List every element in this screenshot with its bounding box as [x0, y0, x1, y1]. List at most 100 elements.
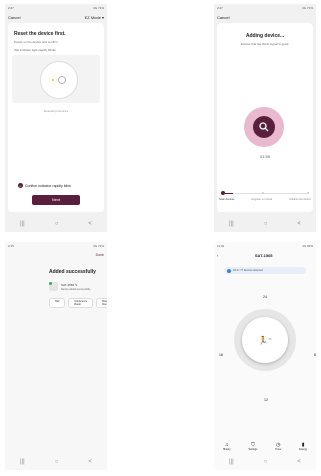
tab-timer-label: Timer [275, 447, 282, 451]
room-chips: Hall Conference Room Break Room [49, 298, 107, 308]
status-bar: 2:15 4G 71% [5, 242, 107, 250]
device-thumbnail-icon [49, 282, 58, 291]
banner-text: Wi-Fi: 77 Devices detected [233, 269, 263, 272]
info-icon: i [227, 268, 231, 273]
page-title: Adding device... [245, 33, 285, 39]
tab-history-label: History [222, 447, 231, 451]
mode-label: EZ Mode [84, 14, 101, 20]
chevron-down-icon: ▾ [101, 14, 104, 20]
done-button[interactable]: Done [96, 253, 104, 257]
status-bar: 2:27 4G 71% [214, 4, 316, 12]
top-bar: Cancel [214, 12, 316, 22]
recent-apps-icon[interactable]: ||| [20, 221, 25, 227]
reset-button-icon [58, 76, 66, 84]
tab-history[interactable]: ♫ History [223, 442, 231, 451]
status-bar: 2:27 4G 71% [5, 4, 107, 12]
step-label-initialize: Initialize the device [289, 198, 311, 201]
search-icon [253, 116, 275, 138]
step-label-scan: Scan devices [219, 198, 235, 201]
status-time: 2:27 [217, 6, 223, 10]
top-bar: ‹ SAT-1565 [214, 250, 316, 260]
progress-track [223, 193, 307, 194]
top-bar: Done [5, 250, 107, 260]
android-nav-bar: ||| ○ < [214, 216, 316, 232]
device-icon [40, 61, 78, 99]
device-row[interactable]: SAT-1565 ✎ Device added successfully [49, 282, 107, 296]
device-name-text: SAT-1565 [61, 283, 75, 287]
status-time: 2:27 [8, 6, 14, 10]
dial-label-bottom: 12 [264, 398, 268, 402]
home-icon[interactable]: ○ [55, 459, 59, 465]
device-title: SAT-1565 [254, 252, 273, 258]
speed-icon: ≈ [268, 337, 272, 343]
adding-card: Adding device... Ensure that the Wi-Fi s… [217, 23, 313, 212]
step-label-register: Register on Cloud [251, 198, 273, 201]
reset-card: Reset the device first. Power on the dev… [8, 23, 104, 212]
confirm-checkbox-row[interactable]: ✓ Confirm indicator rapidly blink [18, 183, 71, 188]
dial-label-right: 8 [314, 353, 316, 357]
status-time: 11:01 [217, 244, 225, 248]
page-subtitle: Ensure that the Wi-Fi signal is good. [240, 42, 290, 46]
status-bar: 11:01 4G 69% [214, 242, 316, 250]
room-chip-hall[interactable]: Hall [49, 298, 66, 308]
device-illustration [12, 55, 100, 103]
screen-reset-device: 2:27 4G 71% Cancel EZ Mode ▾ Reset the d… [5, 4, 107, 232]
progress-ring [244, 107, 284, 147]
status-indicators: 4G 71% [302, 6, 313, 10]
android-nav-bar: ||| ○ < [5, 454, 107, 470]
back-arrow-icon[interactable]: ‹ [217, 253, 218, 258]
device-subtitle: Device added successfully [61, 288, 91, 291]
bottom-tab-bar: ♫ History ⛉ Settings ◷ Timer ▮ Energy [214, 438, 316, 454]
step-labels: Scan devices Register on Cloud Initializ… [217, 198, 313, 201]
android-nav-bar: ||| ○ < [214, 454, 316, 470]
cancel-button[interactable]: Cancel [8, 15, 20, 20]
home-icon[interactable]: ○ [264, 221, 268, 227]
status-indicators: 4G 71% [93, 6, 104, 10]
cancel-button[interactable]: Cancel [217, 15, 229, 20]
dial-knob[interactable]: 🏃 ≈ [242, 317, 288, 363]
indicator-light-icon [52, 79, 54, 81]
home-icon[interactable]: ○ [55, 221, 59, 227]
dial-label-top: 24 [263, 295, 267, 299]
page-title: Added successfully [49, 269, 96, 275]
recent-apps-icon[interactable]: ||| [229, 221, 234, 227]
back-icon[interactable]: < [297, 221, 301, 227]
recent-apps-icon[interactable]: ||| [20, 459, 25, 465]
tab-timer[interactable]: ◷ Timer [275, 442, 281, 451]
device-name: SAT-1565 ✎ [61, 283, 77, 287]
step-dot-active [221, 191, 225, 195]
running-person-icon: 🏃 [258, 335, 269, 345]
dial-label-left: 16 [219, 353, 223, 357]
check-badge-icon [49, 282, 52, 285]
back-icon[interactable]: < [88, 221, 92, 227]
room-chip-conference[interactable]: Conference Room [68, 298, 94, 308]
timer-dial[interactable]: 🏃 ≈ [234, 309, 296, 371]
tab-settings-label: Settings [248, 447, 258, 451]
room-chip-break[interactable]: Break Room [96, 298, 107, 308]
page-title: Reset the device first. [14, 31, 66, 37]
back-icon[interactable]: < [297, 459, 301, 465]
check-icon[interactable]: ✓ [18, 183, 23, 188]
top-bar: Cancel EZ Mode ▾ [5, 12, 107, 22]
instruction-line-1: Power on the device and confirm [14, 40, 58, 44]
tab-energy-label: Energy [299, 447, 308, 451]
screen-added-successfully: 2:15 4G 71% Done Added successfully SAT-… [5, 242, 107, 470]
step-dot [307, 192, 309, 194]
android-nav-bar: ||| ○ < [5, 216, 107, 232]
wifi-banner: i Wi-Fi: 77 Devices detected [224, 267, 306, 274]
mode-selector[interactable]: EZ Mode ▾ [85, 15, 104, 20]
tab-settings[interactable]: ⛉ Settings [248, 442, 257, 451]
step-dot [262, 192, 264, 194]
edit-icon[interactable]: ✎ [75, 283, 78, 287]
screen-adding-device: 2:27 4G 71% Cancel Adding device... Ensu… [214, 4, 316, 232]
recent-apps-icon[interactable]: ||| [229, 459, 234, 465]
status-time: 2:15 [8, 244, 14, 248]
status-indicators: 4G 69% [302, 244, 313, 248]
next-button[interactable]: Next [32, 195, 80, 205]
home-icon[interactable]: ○ [264, 459, 268, 465]
instruction-line-2: that indicator light rapidly blinks [14, 48, 56, 52]
back-icon[interactable]: < [88, 459, 92, 465]
tab-energy[interactable]: ▮ Energy [299, 442, 307, 451]
status-indicators: 4G 71% [93, 244, 104, 248]
resetting-label: Resetting Devices [43, 109, 69, 113]
